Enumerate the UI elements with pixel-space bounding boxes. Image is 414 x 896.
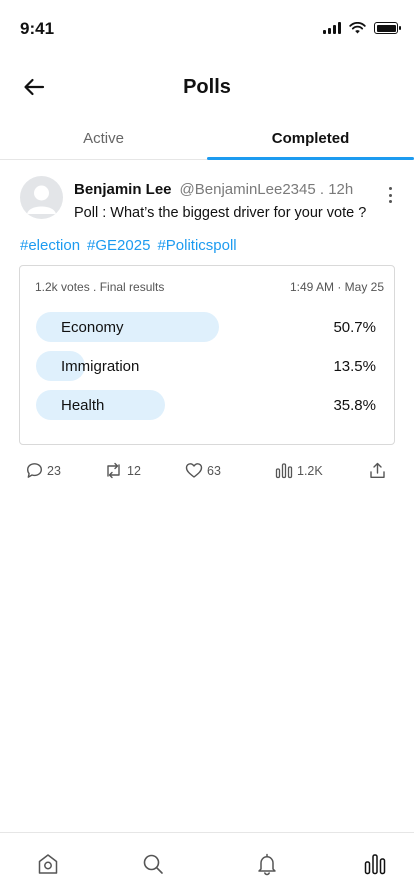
hashtag-link[interactable]: #election <box>20 237 80 254</box>
polls-chart-icon <box>364 854 386 875</box>
like-button[interactable]: 63 <box>185 462 221 479</box>
battery-icon <box>374 22 401 34</box>
tab-bar: Active Completed <box>0 118 414 160</box>
status-icons <box>323 22 401 34</box>
post-actions: 23 12 63 1.2K <box>0 462 414 486</box>
tab-completed[interactable]: Completed <box>207 118 414 160</box>
tab-active[interactable]: Active <box>0 118 207 159</box>
header: Polls <box>0 62 414 112</box>
poll-timestamp: 1:49 AM · May 25 <box>289 280 384 294</box>
post-text: Poll : What’s the biggest driver for you… <box>74 205 367 221</box>
views-count: 1.2K <box>297 463 323 478</box>
tab-label: Active <box>83 130 124 147</box>
views-button[interactable]: 1.2K <box>275 462 323 479</box>
poll-option-label: Health <box>61 397 105 414</box>
heart-icon <box>185 463 203 478</box>
tab-label: Completed <box>271 130 350 147</box>
poll-vote-summary: 1.2k votes . Final results <box>35 280 165 294</box>
active-tab-indicator <box>207 157 414 160</box>
more-options-button[interactable] <box>382 184 398 206</box>
page-title: Polls <box>183 76 231 98</box>
cellular-signal-icon <box>323 22 341 34</box>
poll-option-label: Immigration <box>61 358 140 375</box>
poll-option: Health 35.8% <box>36 390 376 420</box>
share-button[interactable] <box>369 462 386 479</box>
poll-option: Immigration 13.5% <box>36 351 376 381</box>
nav-polls[interactable] <box>362 851 388 877</box>
status-time: 9:41 <box>20 19 55 38</box>
nav-notifications[interactable] <box>254 851 280 877</box>
nav-search[interactable] <box>140 851 166 877</box>
bell-icon <box>258 853 276 876</box>
share-upload-icon <box>370 462 385 478</box>
default-avatar-icon <box>27 185 56 214</box>
author-handle: @BenjaminLee2345 . 12h <box>179 181 354 198</box>
hashtag-link[interactable]: #Politicspoll <box>157 237 236 254</box>
avatar[interactable] <box>20 176 63 219</box>
search-icon <box>143 854 163 874</box>
author-name[interactable]: Benjamin Lee <box>74 181 172 198</box>
repost-count: 12 <box>127 463 141 478</box>
like-count: 63 <box>207 463 221 478</box>
poll-option-percent: 50.7% <box>333 319 376 336</box>
reply-button[interactable]: 23 <box>26 462 61 479</box>
bar-chart-icon <box>275 463 293 479</box>
bottom-navigation <box>0 832 414 896</box>
author-row: Benjamin Lee @BenjaminLee2345 . 12h <box>74 181 353 198</box>
poll-option-percent: 13.5% <box>333 358 376 375</box>
reply-count: 23 <box>47 463 61 478</box>
wifi-icon <box>349 22 366 34</box>
poll-card: 1.2k votes . Final results 1:49 AM · May… <box>19 265 395 445</box>
home-icon <box>38 854 58 874</box>
repost-button[interactable]: 12 <box>104 462 141 479</box>
nav-home[interactable] <box>35 851 61 877</box>
poll-option: Economy 50.7% <box>36 312 376 342</box>
vertical-ellipsis-icon <box>388 187 392 190</box>
status-bar: 9:41 <box>0 0 414 58</box>
speech-bubble-icon <box>27 463 42 478</box>
hashtag-list: #election #GE2025 #Politicspoll <box>20 237 237 254</box>
repost-arrows-icon <box>107 462 120 479</box>
poll-option-label: Economy <box>61 319 124 336</box>
poll-option-percent: 35.8% <box>333 397 376 414</box>
hashtag-link[interactable]: #GE2025 <box>87 237 150 254</box>
